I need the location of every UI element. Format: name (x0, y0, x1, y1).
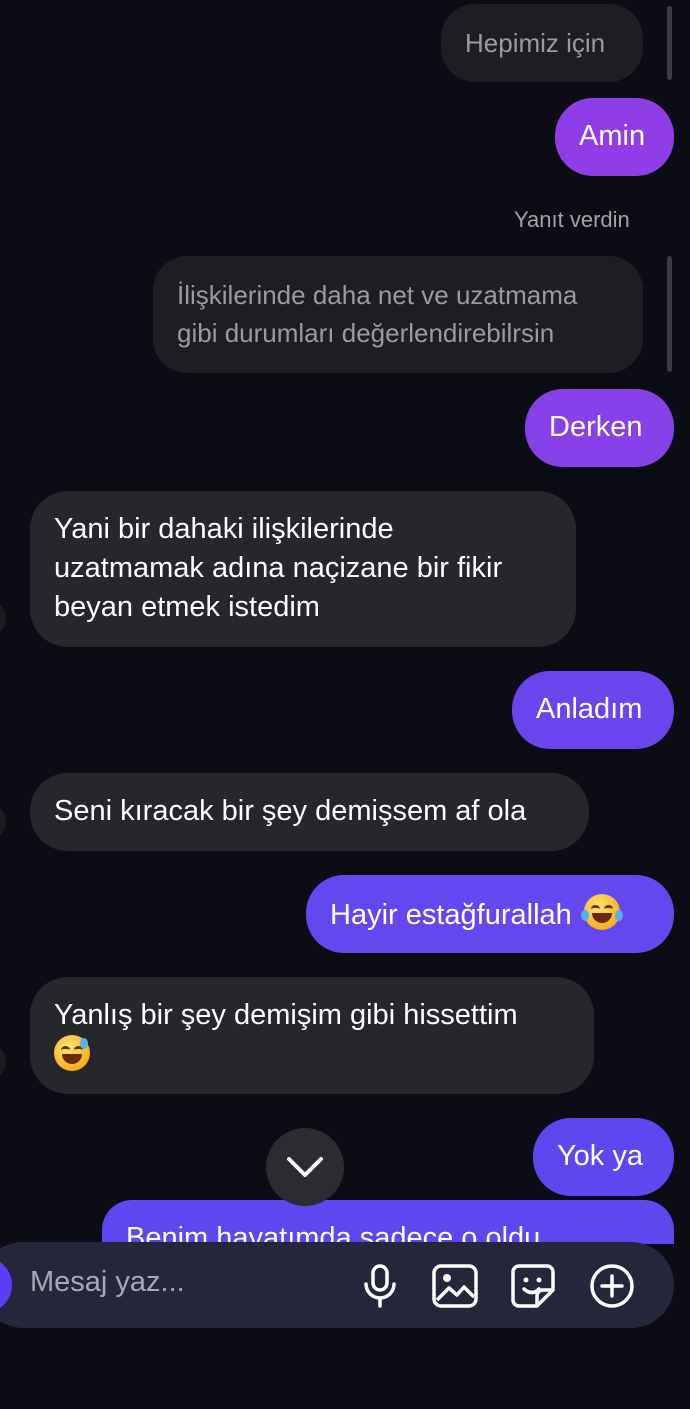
message-text: Yok ya (557, 1140, 643, 1172)
scroll-to-bottom-button[interactable] (266, 1128, 344, 1206)
avatar[interactable] (0, 601, 6, 635)
sticker-icon[interactable] (507, 1260, 559, 1312)
message-text: Seni kıracak bir şey demişsem af ola (54, 795, 527, 827)
message-bubble-derken[interactable]: Derken (525, 389, 674, 467)
reply-indicator: Yanıt verdin (514, 207, 630, 232)
quoted-message[interactable]: İlişkilerinde daha net ve uzatmama gibi … (153, 256, 643, 373)
message-bubble-yani[interactable]: Yani bir dahaki ilişkilerinde uzatmamak … (30, 491, 576, 647)
message-line-1: Yani bir dahaki ilişkilerinde (54, 513, 394, 545)
image-icon[interactable] (429, 1260, 481, 1312)
quoted-line-2: gibi durumları değerlendirebilrsin (177, 318, 555, 348)
message-line-2: uzatmamak adına naçizane bir fikir (54, 552, 503, 584)
message-bubble-yokya[interactable]: Yok ya (533, 1118, 674, 1196)
message-text: Amin (579, 120, 646, 152)
message-bubble-yanlis[interactable]: Yanlış bir şey demişim gibi hissettim (30, 977, 594, 1094)
message-bubble-hayatimda[interactable]: Benim hayatımda sadece o oldu (102, 1200, 674, 1244)
scrollbar-top (667, 6, 672, 80)
message-text: Anladım (536, 693, 643, 725)
avatar[interactable] (0, 1045, 6, 1079)
message-bubble-hepimiz[interactable]: Hepimiz için (441, 4, 643, 82)
quoted-line-1: İlişkilerinde daha net ve uzatmama (177, 280, 578, 310)
reply-line (667, 256, 672, 372)
message-line-3: beyan etmek istedim (54, 591, 320, 623)
message-text: Benim hayatımda sadece o oldu (126, 1222, 541, 1244)
message-text: Hayir estağfurallah (330, 899, 572, 931)
laughing-tears-emoji-icon (580, 894, 623, 930)
message-bubble-kiracak[interactable]: Seni kıracak bir şey demişsem af ola (30, 773, 589, 851)
message-bubble-estagfurallah[interactable]: Hayir estağfurallah (306, 875, 674, 953)
plus-circle-icon[interactable] (586, 1260, 638, 1312)
message-line-1: Yanlış bir şey demişim gibi hissettim (54, 999, 518, 1031)
sweat-smile-emoji-icon (54, 1035, 90, 1071)
message-input[interactable]: Mesaj yaz... (30, 1266, 185, 1299)
message-bubble-anladim[interactable]: Anladım (512, 671, 674, 749)
message-text: Hepimiz için (465, 28, 606, 58)
message-bubble-amin[interactable]: Amin (555, 98, 674, 176)
avatar[interactable] (0, 805, 6, 839)
chevron-down-icon (287, 1157, 323, 1177)
message-text: Derken (549, 411, 643, 443)
microphone-icon[interactable] (354, 1260, 406, 1312)
